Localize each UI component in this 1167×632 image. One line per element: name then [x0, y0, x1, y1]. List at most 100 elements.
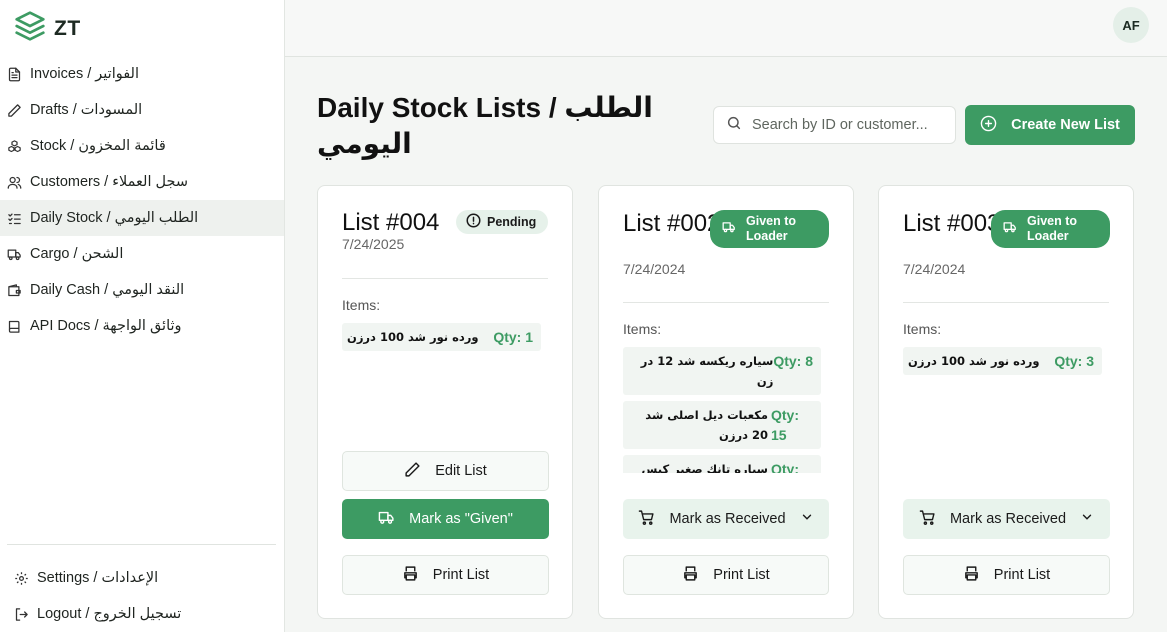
item-name: ورده نور شد 100 درزن [908, 354, 1040, 368]
logout-icon [14, 607, 29, 622]
item-name: ورده نور شد 100 درزن [347, 330, 479, 344]
item-name: مكعبات ديل اصلى شد 20 درزن [645, 408, 768, 442]
page-title: Daily Stock Lists / الطلب اليومي [317, 92, 653, 159]
search-input[interactable] [752, 117, 942, 133]
sidebar-item-label: Daily Stock / الطلب اليومي [30, 210, 199, 226]
list-date: 7/24/2025 [342, 236, 405, 252]
item-name: سياره ريكسه شد 12 در زن [640, 354, 774, 388]
item-qty: Qty: 20 [771, 461, 799, 473]
print-list-button[interactable]: Print List [623, 555, 829, 595]
sidebar-item-cargo[interactable]: Cargo / الشحن [0, 236, 284, 272]
card-divider [342, 278, 548, 279]
chevron-down-icon [1080, 510, 1094, 528]
item-qty: Qty: 3 [1054, 353, 1094, 369]
logo[interactable]: ZT [14, 10, 81, 47]
sidebar-divider [7, 544, 276, 545]
mark-received-label: Mark as Received [949, 511, 1067, 527]
shopping-cart-icon [919, 509, 936, 530]
alert-circle-icon [466, 213, 481, 231]
printer-icon [963, 565, 980, 586]
top-bar: AF [285, 0, 1167, 57]
wallet-icon [7, 283, 22, 298]
status-text: Given to Loader [1027, 214, 1078, 243]
items-label: Items: [903, 321, 942, 337]
book-icon [7, 319, 22, 334]
logo-text: ZT [54, 16, 81, 40]
chevron-down-icon [800, 510, 814, 528]
status-badge: Given to Loader [991, 210, 1110, 248]
mark-given-button[interactable]: Mark as "Given" [342, 499, 549, 539]
list-date: 7/24/2024 [623, 261, 686, 277]
boxes-icon [7, 139, 22, 154]
list-title: List #004 [342, 209, 440, 236]
list-checks-icon [7, 211, 22, 226]
search-box[interactable] [713, 106, 956, 144]
truck-icon [7, 247, 22, 262]
search-icon [726, 115, 742, 136]
print-list-label: Print List [713, 567, 770, 583]
print-list-button[interactable]: Print List [342, 555, 549, 595]
users-icon [7, 175, 22, 190]
items-list: ورده نور شد 100 درزن Qty: 1 [342, 323, 541, 351]
sidebar-item-label: API Docs / وثائق الواجهة [30, 318, 182, 334]
list-item: ورده نور شد 100 درزن Qty: 3 [903, 347, 1102, 375]
sidebar-bottom-nav: Settings / الإعدادات Logout / تسجيل الخر… [0, 560, 284, 632]
truck-icon [1003, 220, 1017, 238]
stock-list-card: List #002 Given to Loader 7/24/2024 سيار… [598, 185, 854, 619]
items-list: سياره ريكسه شد 12 در زن Qty: 8 مكعبات دي… [623, 347, 821, 473]
sidebar-item-daily-cash[interactable]: Daily Cash / النقد اليومي [0, 272, 284, 308]
avatar[interactable]: AF [1113, 7, 1149, 43]
sidebar-nav: Invoices / الفواتير Drafts / المسودات St… [0, 56, 284, 344]
mark-received-label: Mark as Received [669, 511, 786, 527]
edit-list-button[interactable]: Edit List [342, 451, 549, 491]
print-list-label: Print List [993, 567, 1051, 583]
mark-received-button[interactable]: Mark as Received [623, 499, 829, 539]
sidebar-item-daily-stock[interactable]: Daily Stock / الطلب اليومي [0, 200, 284, 236]
status-badge: Given to Loader [710, 210, 829, 248]
mark-received-button[interactable]: Mark as Received [903, 499, 1110, 539]
logout-link[interactable]: Logout / تسجيل الخروج [0, 596, 284, 632]
edit-list-label: Edit List [435, 463, 487, 479]
item-name: سياره تانك صغير كيس شد 54 در زن [641, 462, 769, 473]
sidebar: ZT Invoices / الفواتير Drafts / المسودات… [0, 0, 285, 632]
sidebar-item-label: Drafts / المسودات [30, 102, 143, 118]
sidebar-item-label: Cargo / الشحن [30, 246, 124, 262]
print-list-label: Print List [432, 567, 490, 583]
list-item: مكعبات ديل اصلى شد 20 درزن Qty: 15 [623, 401, 821, 449]
list-item: سياره ريكسه شد 12 در زن Qty: 8 [623, 347, 821, 395]
settings-link[interactable]: Settings / الإعدادات [0, 560, 284, 596]
shopping-cart-icon [638, 509, 655, 530]
printer-icon [682, 565, 699, 586]
print-list-button[interactable]: Print List [903, 555, 1110, 595]
sidebar-item-api-docs[interactable]: API Docs / وثائق الواجهة [0, 308, 284, 344]
sidebar-item-label: Customers / سجل العملاء [30, 174, 189, 190]
items-label: Items: [342, 297, 381, 313]
logout-label: Logout / تسجيل الخروج [37, 606, 182, 622]
list-item: سياره تانك صغير كيس شد 54 در زن Qty: 20 [623, 455, 821, 473]
stock-list-card: List #004 Pending 7/24/2025 Items: ورده … [317, 185, 573, 619]
layers-logo-icon [14, 10, 46, 47]
list-date: 7/24/2024 [903, 261, 966, 277]
status-badge: Pending [456, 210, 549, 234]
status-text: Pending [487, 215, 537, 229]
card-divider [623, 302, 829, 303]
sidebar-item-customers[interactable]: Customers / سجل العملاء [0, 164, 284, 200]
items-label: Items: [623, 321, 662, 337]
truck-icon [378, 509, 395, 530]
settings-label: Settings / الإعدادات [37, 570, 159, 586]
sidebar-item-label: Stock / قائمة المخزون [30, 138, 166, 154]
pencil-icon [404, 461, 421, 482]
create-new-list-label: Create New List [1011, 117, 1120, 133]
pencil-icon [7, 103, 22, 118]
sidebar-item-drafts[interactable]: Drafts / المسودات [0, 92, 284, 128]
sidebar-item-invoices[interactable]: Invoices / الفواتير [0, 56, 284, 92]
truck-icon [722, 220, 736, 238]
mark-given-label: Mark as "Given" [409, 511, 513, 527]
plus-circle-icon [980, 115, 997, 136]
sidebar-item-stock[interactable]: Stock / قائمة المخزون [0, 128, 284, 164]
printer-icon [402, 565, 419, 586]
stock-list-card: List #003 Given to Loader 7/24/2024 Item… [878, 185, 1134, 619]
create-new-list-button[interactable]: Create New List [965, 105, 1135, 145]
list-item: ورده نور شد 100 درزن Qty: 1 [342, 323, 541, 351]
list-title: List #002 [623, 210, 721, 237]
